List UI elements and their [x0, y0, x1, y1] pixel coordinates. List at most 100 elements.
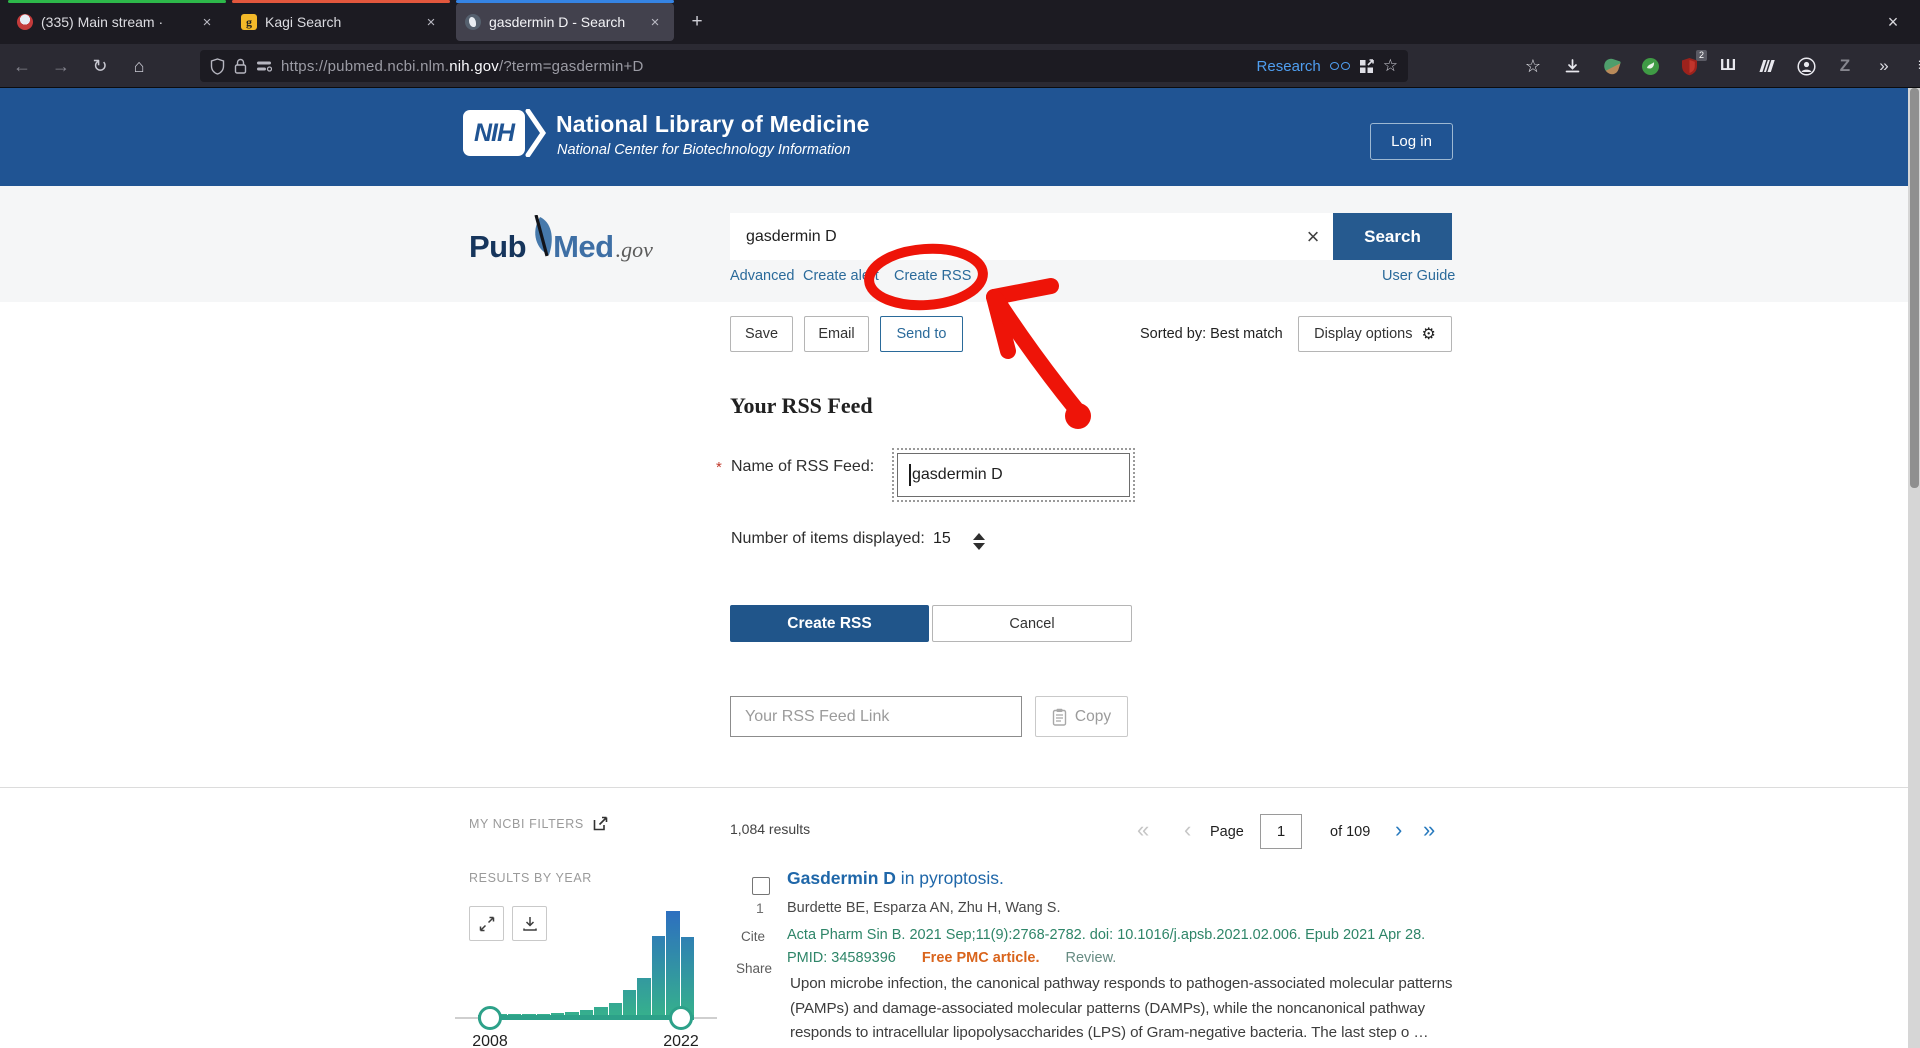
email-button[interactable]: Email: [804, 316, 869, 352]
result-title-link[interactable]: Gasdermin D in pyroptosis.: [787, 868, 1004, 889]
first-page-icon[interactable]: «: [1137, 817, 1149, 843]
result-authors: Burdette BE, Esparza AN, Zhu H, Wang S.: [787, 900, 1060, 916]
my-ncbi-filters[interactable]: MY NCBI FILTERS: [469, 816, 608, 831]
create-alert-link[interactable]: Create alert: [803, 268, 879, 284]
url-bar[interactable]: https://pubmed.ncbi.nlm.nih.gov/?term=ga…: [200, 50, 1408, 82]
tab-container-stripe: [8, 0, 226, 3]
trident-extension-icon[interactable]: Ш: [1717, 55, 1739, 77]
tab-close-icon[interactable]: ×: [421, 12, 441, 32]
items-displayed-value: 15: [933, 530, 951, 548]
nlm-subtitle: National Center for Biotechnology Inform…: [557, 142, 850, 158]
rss-name-label: Name of RSS Feed:: [731, 458, 874, 476]
tab-close-icon[interactable]: ×: [197, 12, 217, 32]
nlm-title[interactable]: National Library of Medicine: [556, 111, 870, 138]
rss-feed-link-input[interactable]: [730, 696, 1022, 737]
stepper-down-icon[interactable]: [973, 543, 985, 550]
stepper-up-icon[interactable]: [973, 533, 985, 540]
reload-icon[interactable]: ↻: [84, 50, 116, 82]
create-rss-button[interactable]: Create RSS: [730, 605, 929, 642]
text-caret: [909, 464, 911, 486]
tracking-shield-icon[interactable]: [210, 58, 225, 75]
star-extension-icon[interactable]: ☆: [1522, 55, 1544, 77]
download-icon[interactable]: [1561, 55, 1583, 77]
last-page-icon[interactable]: »: [1423, 817, 1435, 843]
bookmark-star-icon[interactable]: ☆: [1383, 56, 1398, 76]
year-bar: [652, 936, 665, 1017]
pubmed-logo-gov: .gov: [616, 237, 653, 263]
account-circle-icon[interactable]: [1795, 55, 1817, 77]
nih-logo[interactable]: NIH: [463, 110, 525, 156]
login-button[interactable]: Log in: [1370, 123, 1453, 160]
clear-search-icon[interactable]: ×: [1293, 213, 1333, 260]
section-divider: [0, 787, 1908, 788]
clipboard-icon: [1052, 708, 1067, 726]
create-rss-link[interactable]: Create RSS: [894, 268, 971, 284]
result-checkbox[interactable]: [752, 877, 770, 895]
tab-strip: (335) Main stream · × g Kagi Search × ga…: [0, 0, 1920, 44]
tab-gasdermin-active[interactable]: gasdermin D - Search ×: [456, 3, 674, 41]
year-slider-handle-left[interactable]: [478, 1006, 502, 1030]
extension-badge: 2: [1696, 50, 1707, 61]
tab1-favicon: [17, 14, 33, 30]
page-number-input[interactable]: [1260, 814, 1302, 849]
search-input[interactable]: [730, 213, 1333, 260]
year-bar: [623, 990, 636, 1017]
result-number: 1: [756, 900, 764, 916]
year-slider-range: [478, 1015, 694, 1020]
tab-main-stream[interactable]: (335) Main stream · ×: [8, 3, 226, 41]
year-slider-handle-right[interactable]: [669, 1006, 693, 1030]
send-to-button[interactable]: Send to: [880, 316, 963, 352]
next-page-icon[interactable]: ›: [1395, 817, 1402, 843]
unicorn-extension-icon[interactable]: [1600, 55, 1622, 77]
rss-name-input[interactable]: [897, 453, 1130, 497]
pubmed-logo-pub: Pub: [469, 229, 526, 265]
containers-grid-icon[interactable]: [1359, 59, 1374, 74]
tab-kagi-search[interactable]: g Kagi Search ×: [232, 3, 450, 41]
pubmed-logo[interactable]: Pub Med .gov: [469, 215, 653, 265]
copy-button[interactable]: Copy: [1035, 696, 1128, 737]
result-title-highlight: Gasdermin D: [787, 868, 896, 888]
browser-window: (335) Main stream · × g Kagi Search × ga…: [0, 0, 1920, 1048]
glasses-icon: [1330, 62, 1350, 70]
display-options-label: Display options: [1314, 326, 1412, 342]
menu-icon[interactable]: ≡: [1912, 55, 1920, 77]
tab3-favicon: [465, 14, 481, 30]
rss-feed-heading: Your RSS Feed: [730, 393, 873, 419]
zotero-icon[interactable]: Z: [1834, 55, 1856, 77]
tab-close-icon[interactable]: ×: [645, 12, 665, 32]
copy-label: Copy: [1075, 708, 1111, 726]
user-guide-link[interactable]: User Guide: [1382, 268, 1455, 284]
rss-name-field-wrap: [897, 453, 1130, 497]
home-icon[interactable]: ⌂: [123, 50, 155, 82]
save-button[interactable]: Save: [730, 316, 793, 352]
scrollbar-thumb[interactable]: [1910, 88, 1919, 488]
permissions-icon[interactable]: [256, 60, 272, 72]
prev-page-icon[interactable]: ‹: [1184, 817, 1191, 843]
display-options-button[interactable]: Display options ⚙: [1298, 316, 1452, 352]
cite-button[interactable]: Cite: [741, 929, 765, 944]
my-ncbi-filters-label: MY NCBI FILTERS: [469, 817, 584, 831]
tab2-favicon: g: [241, 14, 257, 30]
cancel-button[interactable]: Cancel: [932, 605, 1132, 642]
adblock-shield-icon[interactable]: 2: [1678, 55, 1700, 77]
back-icon[interactable]: ←: [6, 50, 38, 82]
review-label: Review.: [1066, 950, 1117, 966]
stripes-extension-icon[interactable]: [1756, 55, 1778, 77]
gear-icon: ⚙: [1421, 324, 1435, 344]
share-button[interactable]: Share: [736, 961, 772, 976]
new-tab-button[interactable]: +: [682, 8, 712, 36]
lock-icon[interactable]: [234, 58, 247, 74]
forward-icon[interactable]: →: [45, 50, 77, 82]
page-content: NIH National Library of Medicine Nationa…: [0, 88, 1908, 1048]
green-badge-extension-icon[interactable]: [1639, 55, 1661, 77]
items-stepper[interactable]: [973, 533, 985, 550]
search-button[interactable]: Search: [1333, 213, 1452, 260]
overflow-chevrons-icon[interactable]: »: [1873, 55, 1895, 77]
result-citation: Acta Pharm Sin B. 2021 Sep;11(9):2768-27…: [787, 927, 1425, 943]
nih-logo-chevron: [525, 109, 547, 157]
tab-title: gasdermin D - Search: [489, 14, 645, 30]
result-meta-row: PMID: 34589396 Free PMC article. Review.: [787, 950, 1116, 966]
advanced-link[interactable]: Advanced: [730, 268, 795, 284]
research-bookmark-label[interactable]: Research: [1257, 58, 1321, 75]
window-close-icon[interactable]: ×: [1880, 10, 1906, 34]
